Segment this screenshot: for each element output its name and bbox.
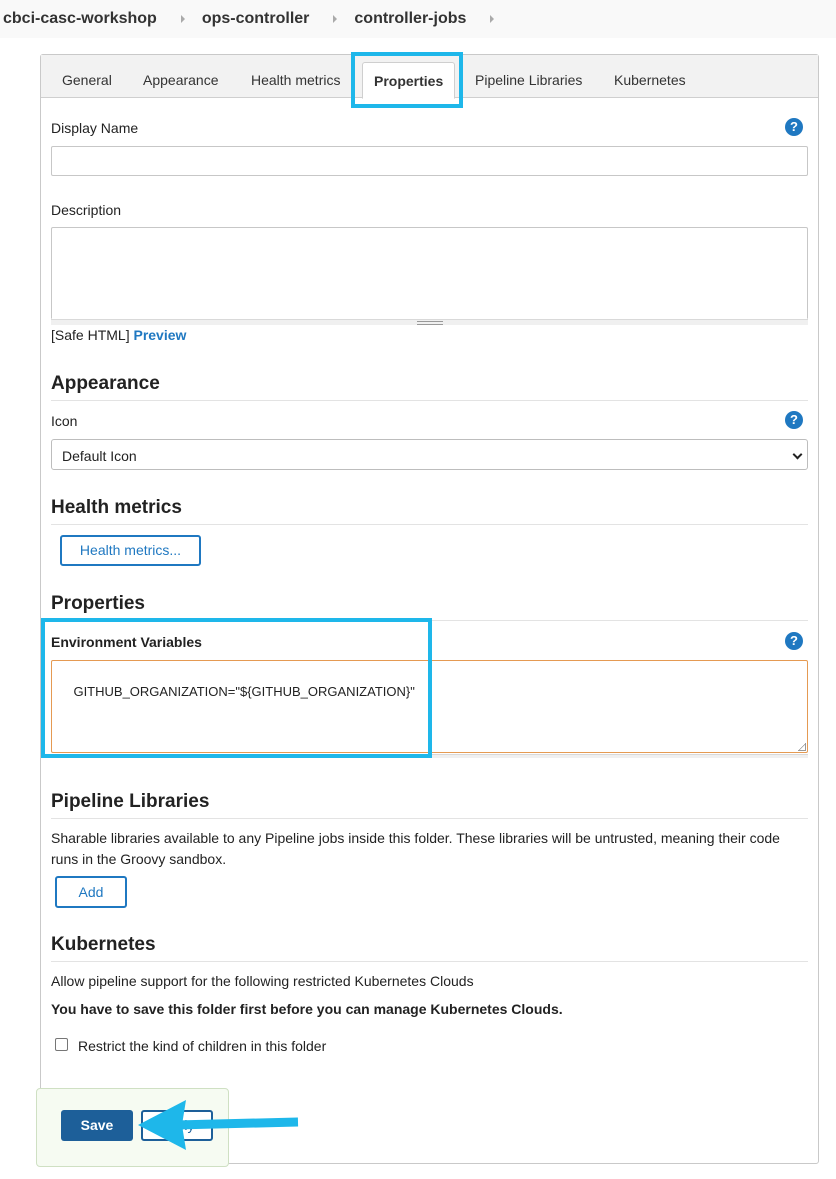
health-metrics-section-title: Health metrics xyxy=(51,497,808,525)
breadcrumb: cbci-casc-workshop ops-controller contro… xyxy=(0,0,836,38)
safe-html-row: [Safe HTML] Preview xyxy=(51,325,186,346)
resize-grip-icon[interactable] xyxy=(798,743,806,751)
breadcrumb-chevron-icon[interactable] xyxy=(180,15,185,23)
help-icon[interactable]: ? xyxy=(785,118,803,136)
description-label: Description xyxy=(51,202,122,218)
help-icon[interactable]: ? xyxy=(785,632,803,650)
help-icon[interactable]: ? xyxy=(785,411,803,429)
display-name-label: Display Name xyxy=(51,120,139,136)
breadcrumb-item-controller-jobs[interactable]: controller-jobs xyxy=(354,10,466,28)
environment-variables-resize-bar[interactable] xyxy=(431,754,808,758)
breadcrumb-chevron-icon[interactable] xyxy=(490,15,495,23)
kubernetes-allow-text: Allow pipeline support for the following… xyxy=(51,973,474,989)
config-tab-bar: General Appearance Health metrics Proper… xyxy=(41,55,818,99)
pipeline-libraries-description-line: Sharable libraries available to any Pipe… xyxy=(51,830,780,846)
description-textarea[interactable] xyxy=(51,227,808,325)
config-panel: General Appearance Health metrics Proper… xyxy=(40,54,819,1164)
appearance-section-title: Appearance xyxy=(51,373,808,401)
arrow-pointer-icon xyxy=(138,1100,299,1150)
breadcrumb-item-ops-controller[interactable]: ops-controller xyxy=(202,10,310,28)
tab-pipeline-libraries[interactable]: Pipeline Libraries xyxy=(475,72,582,88)
description-textarea-resize-grip[interactable] xyxy=(51,318,808,325)
environment-variables-value: GITHUB_ORGANIZATION="${GITHUB_ORGANIZATI… xyxy=(73,684,415,699)
tab-properties[interactable]: Properties xyxy=(362,62,456,99)
breadcrumb-chevron-icon[interactable] xyxy=(333,15,338,23)
preview-link[interactable]: Preview xyxy=(133,327,186,343)
save-button[interactable]: Save xyxy=(61,1110,133,1141)
chevron-down-icon xyxy=(792,449,803,460)
safe-html-label: [Safe HTML] xyxy=(51,327,130,343)
breadcrumb-item-cbci-casc-workshop[interactable]: cbci-casc-workshop xyxy=(3,10,157,28)
tab-kubernetes[interactable]: Kubernetes xyxy=(614,72,686,88)
arrow-shaft xyxy=(175,1117,299,1130)
kubernetes-save-first-text: You have to save this folder first befor… xyxy=(51,1001,563,1017)
arrow-head xyxy=(138,1100,186,1150)
environment-variables-textarea[interactable]: GITHUB_ORGANIZATION="${GITHUB_ORGANIZATI… xyxy=(51,660,808,753)
restrict-children-label[interactable]: Restrict the kind of children in this fo… xyxy=(78,1036,326,1057)
tab-general[interactable]: General xyxy=(62,72,112,88)
tab-appearance[interactable]: Appearance xyxy=(143,72,219,88)
properties-section-title: Properties xyxy=(51,593,808,621)
restrict-children-checkbox[interactable] xyxy=(55,1038,68,1051)
tab-health-metrics[interactable]: Health metrics xyxy=(251,72,340,88)
pipeline-libraries-description: Sharable libraries available to any Pipe… xyxy=(51,828,811,870)
health-metrics-button[interactable]: Health metrics... xyxy=(60,535,201,566)
icon-label: Icon xyxy=(51,413,78,429)
add-library-button[interactable]: Add xyxy=(55,876,127,908)
icon-select[interactable]: Default Icon xyxy=(51,439,808,470)
icon-select-value: Default Icon xyxy=(62,448,137,464)
pipeline-libraries-section-title: Pipeline Libraries xyxy=(51,791,808,819)
kubernetes-section-title: Kubernetes xyxy=(51,934,808,962)
display-name-input[interactable] xyxy=(51,146,808,176)
environment-variables-label: Environment Variables xyxy=(51,634,202,650)
pipeline-libraries-description-line: runs in the Groovy sandbox. xyxy=(51,851,227,867)
